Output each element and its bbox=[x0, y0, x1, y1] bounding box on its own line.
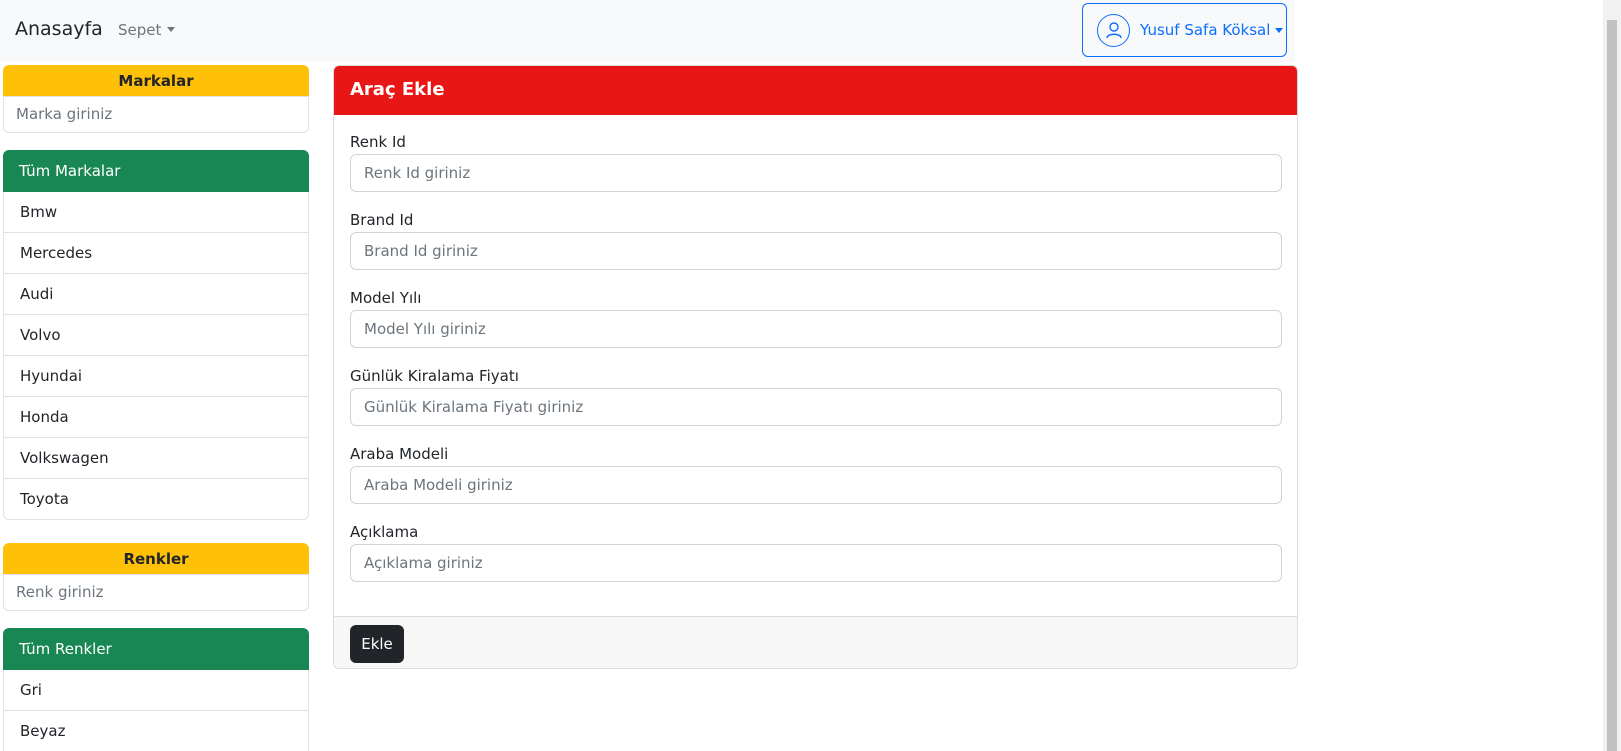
list-item[interactable]: Volvo bbox=[3, 315, 309, 356]
cart-label: Sepet bbox=[118, 21, 162, 39]
user-menu-button[interactable]: Yusuf Safa Köksal bbox=[1082, 3, 1287, 57]
daily-price-input[interactable]: Günlük Kiralama Fiyatı giriniz bbox=[350, 388, 1282, 426]
page-scrollbar[interactable] bbox=[1603, 0, 1621, 751]
list-item[interactable]: Honda bbox=[3, 397, 309, 438]
user-avatar-icon bbox=[1097, 13, 1130, 47]
field-label: Araba Modeli bbox=[350, 445, 449, 463]
home-link[interactable]: Anasayfa bbox=[15, 18, 103, 40]
colors-header: Renkler bbox=[3, 543, 309, 575]
brand-list: Tüm Markalar Bmw Mercedes Audi Volvo Hyu… bbox=[3, 150, 309, 520]
all-colors-item[interactable]: Tüm Renkler bbox=[3, 628, 309, 670]
brands-header: Markalar bbox=[3, 65, 309, 97]
brand-filter-input[interactable]: Marka giriniz bbox=[3, 96, 309, 133]
user-name: Yusuf Safa Köksal bbox=[1140, 21, 1271, 39]
chevron-down-icon bbox=[167, 27, 176, 32]
chevron-down-icon bbox=[1275, 27, 1284, 33]
card-title: Araç Ekle bbox=[334, 66, 1297, 115]
color-list: Tüm Renkler Gri Beyaz bbox=[3, 628, 309, 751]
list-item[interactable]: Audi bbox=[3, 274, 309, 315]
all-brands-item[interactable]: Tüm Markalar bbox=[3, 150, 309, 192]
list-item[interactable]: Bmw bbox=[3, 192, 309, 233]
scrollbar-thumb[interactable] bbox=[1607, 20, 1617, 751]
field-label: Brand Id bbox=[350, 211, 414, 229]
list-item[interactable]: Beyaz bbox=[3, 711, 309, 751]
brand-id-input[interactable]: Brand Id giriniz bbox=[350, 232, 1282, 270]
description-input[interactable]: Açıklama giriniz bbox=[350, 544, 1282, 582]
field-label: Model Yılı bbox=[350, 289, 422, 307]
color-id-input[interactable]: Renk Id giriniz bbox=[350, 154, 1282, 192]
add-button[interactable]: Ekle bbox=[350, 625, 404, 663]
list-item[interactable]: Mercedes bbox=[3, 233, 309, 274]
list-item[interactable]: Volkswagen bbox=[3, 438, 309, 479]
cart-dropdown[interactable]: Sepet bbox=[118, 21, 176, 39]
list-item[interactable]: Toyota bbox=[3, 479, 309, 520]
top-navbar: Anasayfa Sepet Yusuf Safa Köksal bbox=[0, 0, 1295, 62]
field-label: Günlük Kiralama Fiyatı bbox=[350, 367, 519, 385]
list-item[interactable]: Hyundai bbox=[3, 356, 309, 397]
field-label: Açıklama bbox=[350, 523, 419, 541]
color-filter-input[interactable]: Renk giriniz bbox=[3, 574, 309, 611]
model-year-input[interactable]: Model Yılı giriniz bbox=[350, 310, 1282, 348]
list-item[interactable]: Gri bbox=[3, 670, 309, 711]
add-car-form: Renk Id Renk Id giriniz Brand Id Brand I… bbox=[334, 115, 1297, 617]
card-footer: Ekle bbox=[334, 617, 1297, 668]
car-model-input[interactable]: Araba Modeli giriniz bbox=[350, 466, 1282, 504]
field-label: Renk Id bbox=[350, 133, 406, 151]
add-car-card: Araç Ekle Renk Id Renk Id giriniz Brand … bbox=[333, 65, 1298, 669]
